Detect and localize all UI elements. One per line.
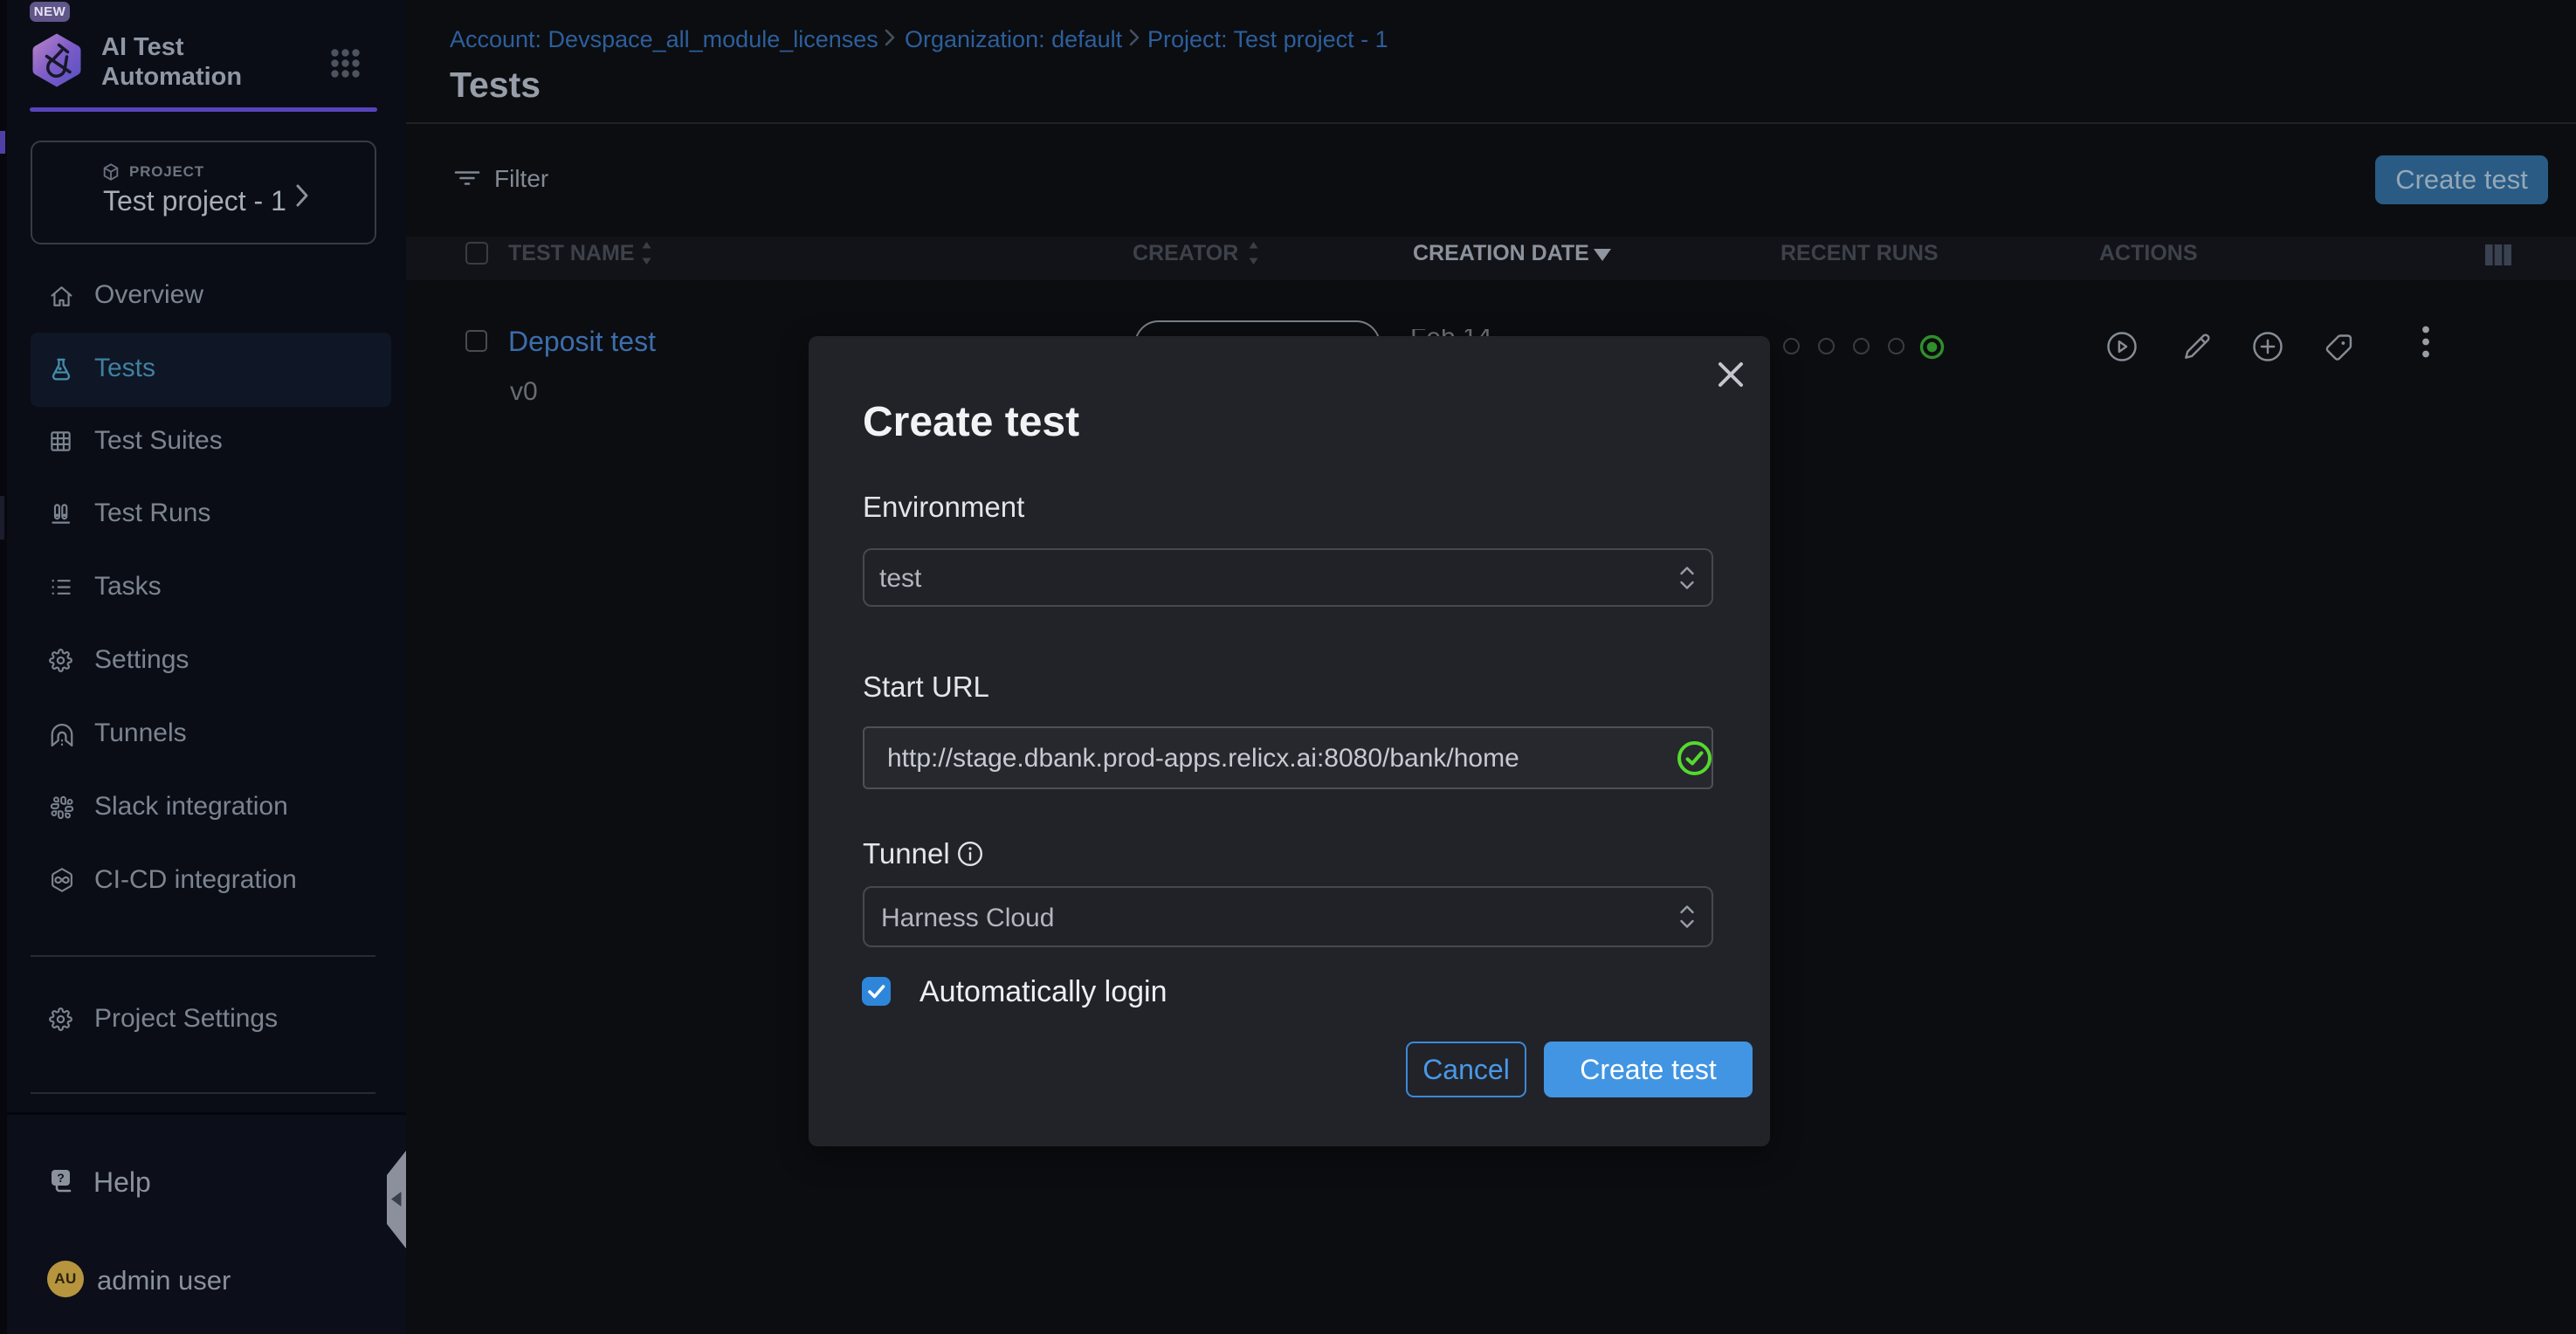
svg-text:?: ? — [57, 1171, 65, 1185]
